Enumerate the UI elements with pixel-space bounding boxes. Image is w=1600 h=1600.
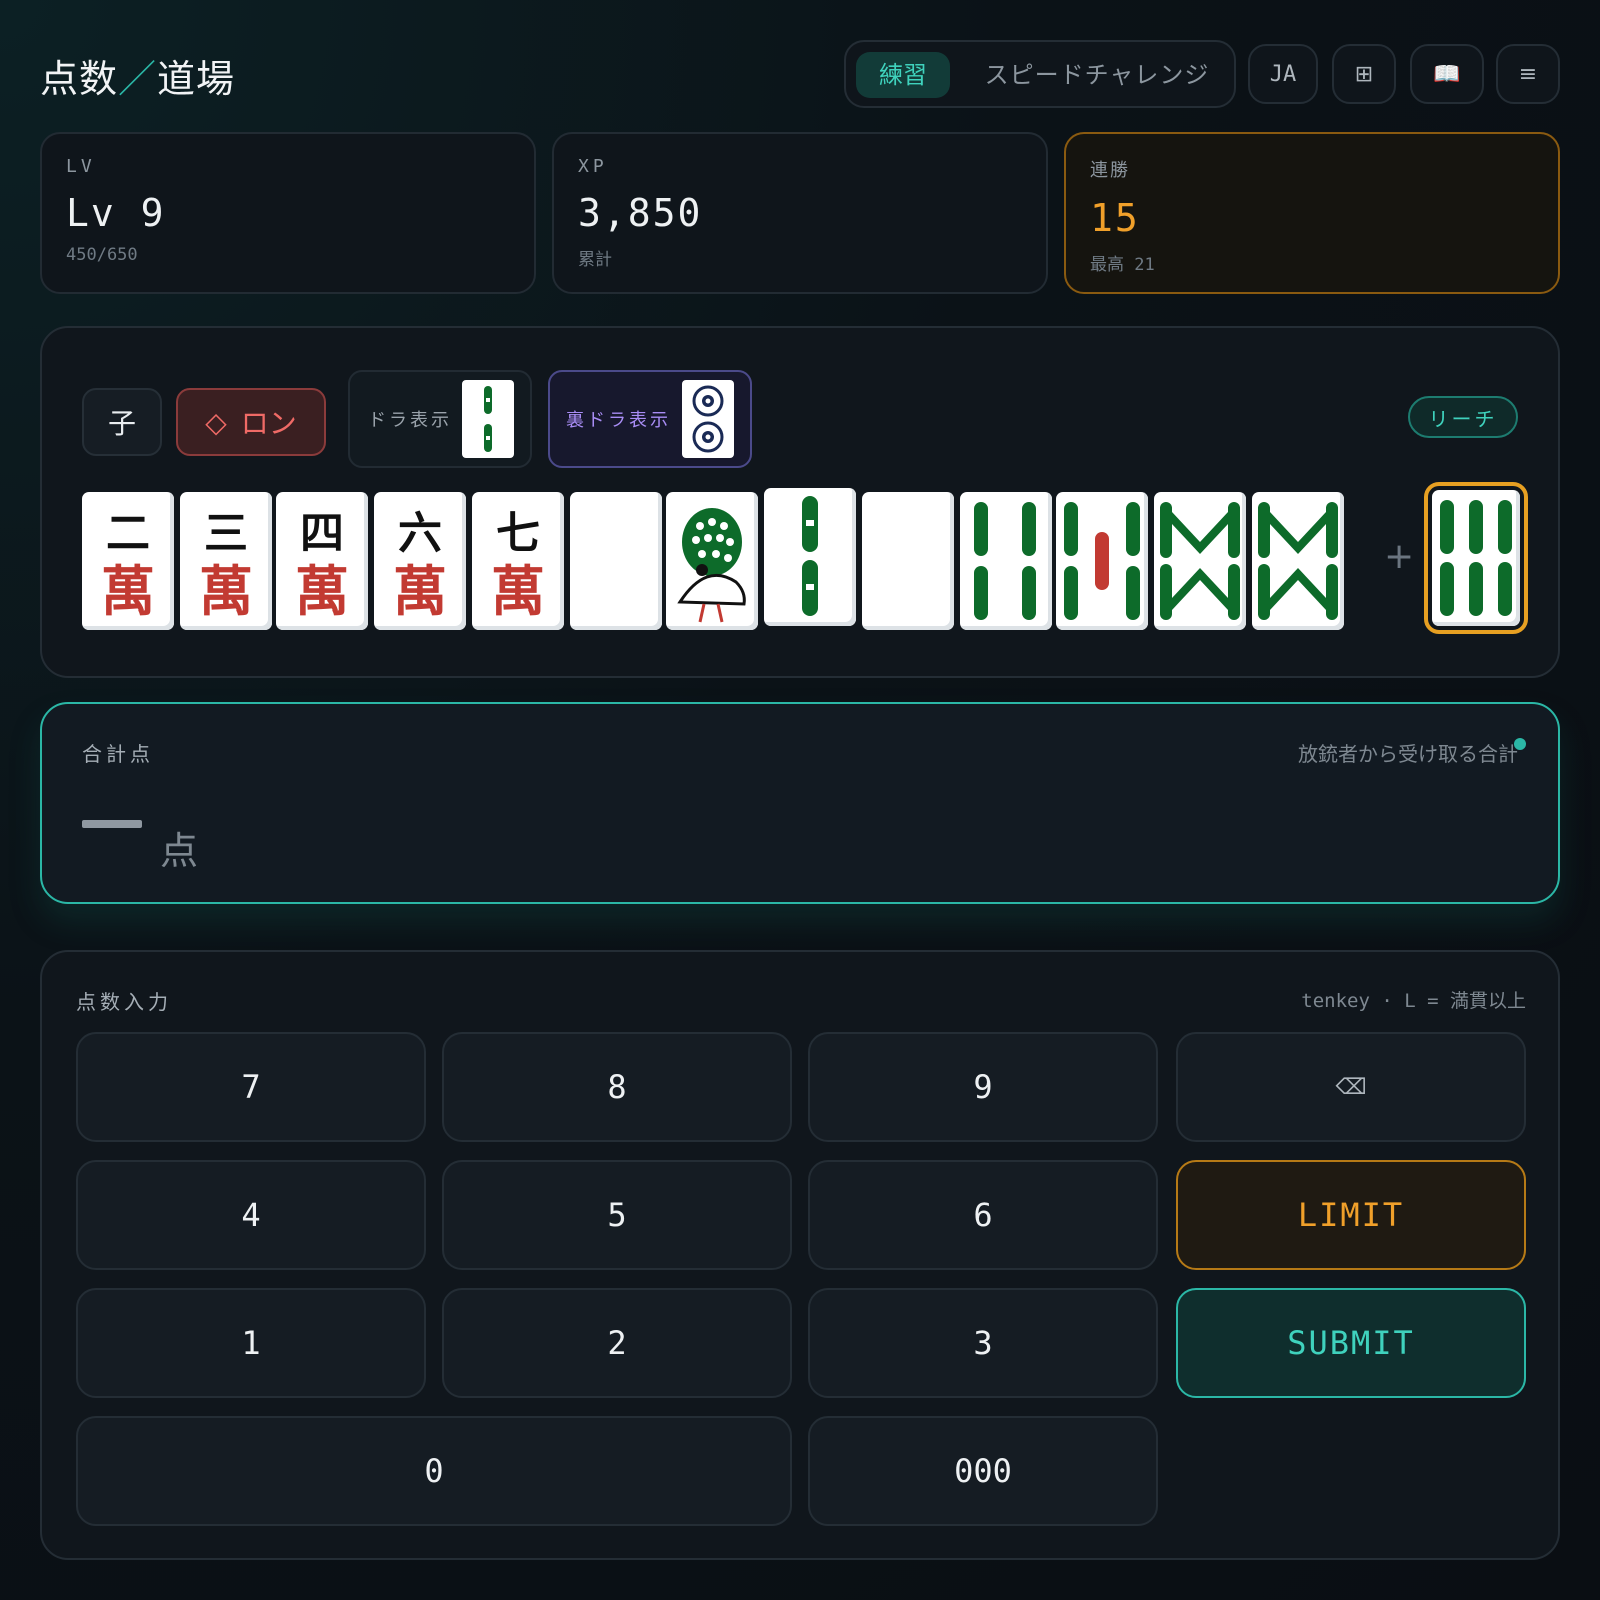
- tile-4-sou: [960, 492, 1052, 630]
- tile-3-man: 三萬: [180, 492, 272, 630]
- dora-tile: [462, 380, 514, 458]
- svg-text:四: 四: [300, 508, 344, 559]
- diamond-icon: ◇: [205, 405, 227, 439]
- key-6[interactable]: 6: [808, 1160, 1158, 1270]
- winning-tile: [1424, 482, 1528, 634]
- menu-icon[interactable]: ≡: [1496, 44, 1560, 104]
- level-card: LV Lv 9 450/650: [40, 132, 536, 294]
- key-0[interactable]: 0: [76, 1416, 792, 1526]
- tile-4-man: 四萬: [276, 492, 368, 630]
- tile-5-sou: [1056, 492, 1148, 630]
- tile-7-man: 七萬: [472, 492, 564, 630]
- svg-text:萬: 萬: [199, 559, 253, 623]
- svg-text:萬: 萬: [295, 559, 349, 623]
- tile-2-sou: [764, 488, 856, 626]
- key-7[interactable]: 7: [76, 1032, 426, 1142]
- svg-text:二: 二: [106, 508, 150, 559]
- logo-separator: ／: [118, 57, 158, 101]
- mode-switcher: 練習 スピードチャレンジ: [844, 40, 1236, 108]
- limit-button[interactable]: LIMIT: [1176, 1160, 1526, 1270]
- backspace-icon[interactable]: ⌫: [1176, 1032, 1526, 1142]
- key-3[interactable]: 3: [808, 1288, 1158, 1398]
- key-8[interactable]: 8: [442, 1032, 792, 1142]
- tile-6-man: 六萬: [374, 492, 466, 630]
- key-2[interactable]: 2: [442, 1288, 792, 1398]
- tile-white-dragon: [570, 492, 662, 630]
- book-icon[interactable]: 📖: [1410, 44, 1484, 104]
- empty-value-dash: [82, 820, 142, 828]
- ura-dora-tile: [682, 380, 734, 458]
- total-points-panel: 合計点 放銃者から受け取る合計 点: [40, 702, 1560, 904]
- level-label: LV: [66, 156, 96, 177]
- ura-dora-indicator: 裏ドラ表示: [548, 370, 752, 468]
- status-dot: [1514, 738, 1526, 750]
- score-keypad: 点数入力 tenkey · L = 満貫以上 7 8 9 ⌫ 4 5 6 LIM…: [40, 950, 1560, 1560]
- key-1[interactable]: 1: [76, 1288, 426, 1398]
- app-logo: 点数／道場: [40, 48, 235, 103]
- tile-1-sou: [666, 492, 758, 630]
- level-progress: 450/650: [66, 245, 138, 265]
- keypad-hint: tenkey · L = 満貫以上: [1301, 990, 1526, 1012]
- key-000[interactable]: 000: [808, 1416, 1158, 1526]
- level-value: Lv 9: [66, 191, 166, 235]
- xp-sub: 累計: [578, 250, 612, 270]
- tile-white-dragon-2: [862, 492, 954, 630]
- tile-2-man: 二萬: [82, 492, 174, 630]
- ron-label: ロン: [240, 407, 297, 440]
- total-hint: 放銃者から受け取る合計: [1298, 742, 1518, 766]
- key-4[interactable]: 4: [76, 1160, 426, 1270]
- submit-button[interactable]: SUBMIT: [1176, 1288, 1526, 1398]
- tile-7-sou: [1154, 492, 1246, 630]
- ura-dora-label: 裏ドラ表示: [566, 410, 671, 431]
- streak-label: 連勝: [1090, 160, 1130, 181]
- xp-value: 3,850: [578, 191, 703, 235]
- plus-sign: +: [1384, 536, 1415, 577]
- streak-card: 連勝 15 最高 21: [1064, 132, 1560, 294]
- svg-text:六: 六: [398, 508, 442, 559]
- key-5[interactable]: 5: [442, 1160, 792, 1270]
- xp-label: XP: [578, 156, 608, 177]
- hand-panel: 子 ◇ ロン ドラ表示 裏ドラ表示 リーチ 二萬 三萬 四萬 六 萬 七 萬 +: [40, 326, 1560, 678]
- svg-text:萬: 萬: [491, 559, 545, 623]
- app-header: 点数／道場 練習 スピードチャレンジ JA ⊞ 📖 ≡: [40, 40, 1560, 108]
- riichi-badge: リーチ: [1408, 396, 1518, 438]
- total-label: 合計点: [82, 742, 154, 766]
- streak-best: 最高 21: [1090, 255, 1155, 275]
- xp-card: XP 3,850 累計: [552, 132, 1048, 294]
- dora-indicator: ドラ表示: [348, 370, 532, 468]
- svg-text:萬: 萬: [393, 559, 447, 623]
- ron-badge: ◇ ロン: [176, 388, 326, 456]
- tile-7-sou-2: [1252, 492, 1344, 630]
- svg-text:七: 七: [496, 508, 540, 559]
- streak-value: 15: [1090, 196, 1140, 240]
- seat-badge: 子: [82, 388, 162, 456]
- svg-text:三: 三: [204, 508, 248, 559]
- keypad-title: 点数入力: [76, 990, 172, 1014]
- dora-label: ドラ表示: [368, 410, 452, 431]
- grid-icon[interactable]: ⊞: [1332, 44, 1396, 104]
- svg-text:萬: 萬: [101, 559, 155, 623]
- logo-text-left: 点数: [40, 57, 119, 101]
- logo-text-right: 道場: [157, 57, 236, 101]
- tab-practice[interactable]: 練習: [856, 52, 950, 98]
- language-button[interactable]: JA: [1248, 44, 1318, 104]
- points-unit: 点: [160, 829, 199, 873]
- tab-speed-challenge[interactable]: スピードチャレンジ: [962, 52, 1232, 98]
- key-9[interactable]: 9: [808, 1032, 1158, 1142]
